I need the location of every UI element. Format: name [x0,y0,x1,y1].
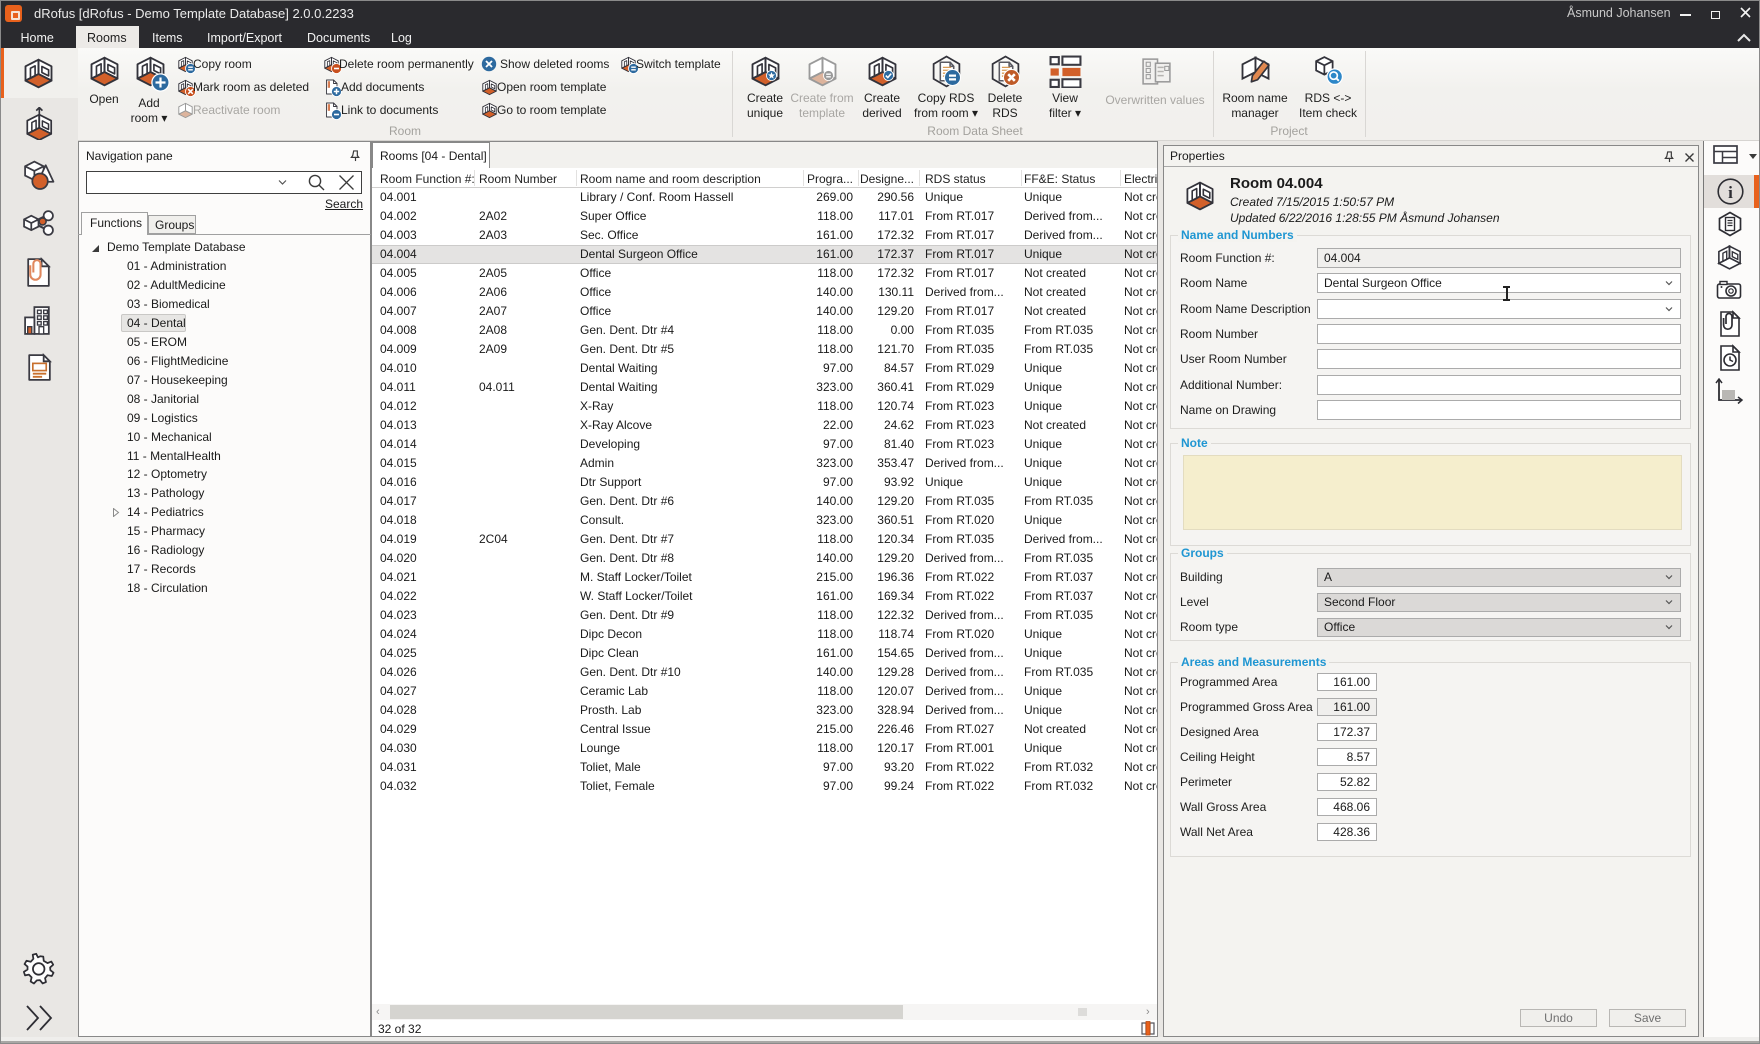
svg-text:i: i [1728,183,1733,202]
